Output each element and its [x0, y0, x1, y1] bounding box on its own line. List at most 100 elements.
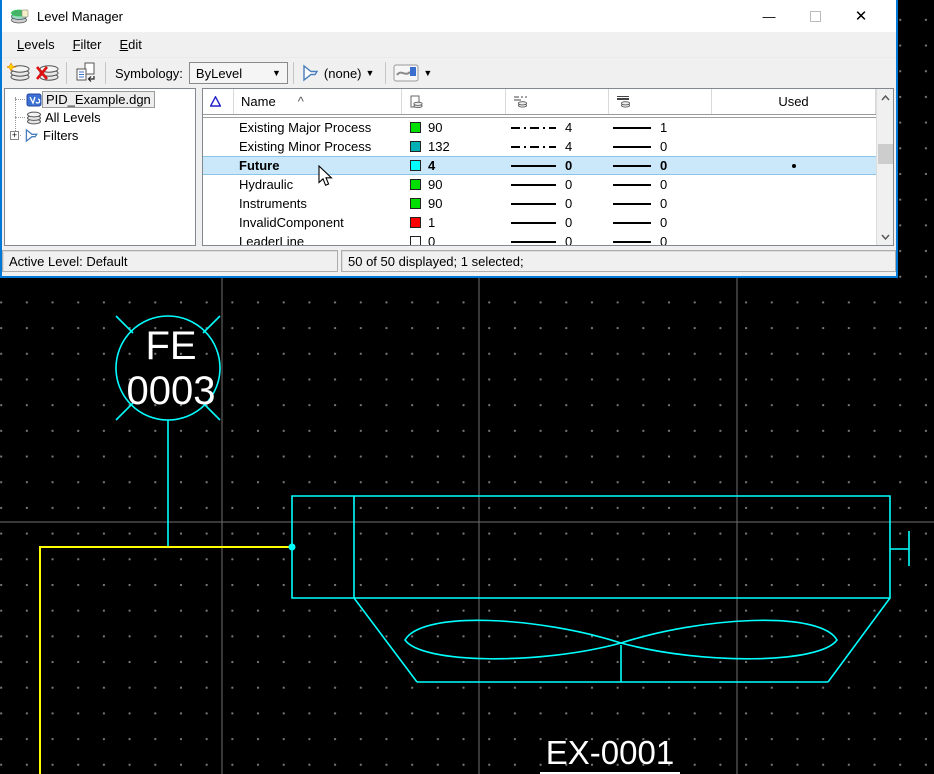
linestyle-value: 0: [565, 215, 572, 230]
maximize-button[interactable]: [792, 0, 838, 32]
mouse-cursor: [318, 165, 334, 188]
linestyle-cell: 4: [506, 137, 609, 156]
level-manager-icon: [11, 8, 29, 24]
delete-level-button[interactable]: [33, 60, 61, 86]
modified-cell: [203, 118, 234, 137]
connection-node: [289, 544, 296, 551]
lineweight-value: 0: [660, 139, 667, 154]
level-name: Existing Major Process: [234, 118, 402, 137]
table-row[interactable]: InvalidComponent100: [203, 213, 876, 232]
maximize-icon: [810, 11, 821, 22]
vertical-scrollbar[interactable]: [876, 89, 893, 245]
menu-edit[interactable]: Edit: [111, 34, 151, 55]
impeller-left-lobe: [405, 620, 621, 658]
linestyle-value: 0: [565, 158, 572, 173]
new-level-button[interactable]: [5, 60, 33, 86]
tree-item-label: All Levels: [42, 110, 104, 125]
used-cell: [712, 156, 876, 175]
scroll-up-button[interactable]: [877, 89, 894, 106]
column-header-modified[interactable]: [203, 89, 234, 114]
status-bar: Active Level: Default 50 of 50 displayed…: [2, 248, 896, 276]
symbology-label: Symbology:: [111, 66, 189, 81]
color-column-icon: [409, 95, 423, 109]
import-levels-icon: [74, 62, 98, 84]
color-swatch: [410, 160, 421, 171]
toolbar-separator: [105, 62, 106, 84]
tree-connector: [15, 99, 25, 100]
linestyle-sample: [511, 184, 556, 186]
modified-cell: [203, 232, 234, 246]
lineweight-sample: [613, 146, 651, 148]
level-name: Existing Minor Process: [234, 137, 402, 156]
pid-elements: [116, 316, 909, 682]
modified-cell: [203, 137, 234, 156]
symbology-value: ByLevel: [196, 66, 242, 81]
used-cell: [712, 175, 876, 194]
title-bar[interactable]: Level Manager — ✕: [2, 0, 896, 32]
lineweight-cell: 0: [609, 137, 712, 156]
filter-value: (none): [321, 66, 362, 81]
minimize-button[interactable]: —: [746, 0, 792, 32]
import-levels-button[interactable]: [72, 60, 100, 86]
delete-level-icon: [35, 63, 59, 83]
used-cell: [712, 118, 876, 137]
level-table: Name ^: [202, 88, 894, 246]
toolbar-separator: [385, 62, 386, 84]
column-header-name[interactable]: Name ^: [234, 89, 402, 114]
tree-item-filters[interactable]: Filters: [24, 127, 81, 144]
linestyle-value: 4: [565, 120, 572, 135]
level-name: InvalidComponent: [234, 213, 402, 232]
tree-connector: [15, 117, 25, 118]
linestyle-sample: [511, 241, 556, 243]
sort-ascending-icon: ^: [298, 94, 304, 109]
tree-item-all-levels[interactable]: All Levels: [26, 109, 104, 126]
tree-expander[interactable]: +: [10, 131, 19, 140]
used-cell: [712, 213, 876, 232]
table-row[interactable]: LeaderLine000: [203, 232, 876, 246]
new-level-icon: [7, 63, 31, 83]
lineweight-sample: [613, 184, 651, 186]
vessel-body: [292, 496, 890, 598]
display-options-button[interactable]: ▼: [391, 60, 438, 86]
linestyle-cell: 0: [506, 175, 609, 194]
tree-item-label: Filters: [40, 128, 81, 143]
modified-cell: [203, 213, 234, 232]
table-row[interactable]: Existing Minor Process 132 4 0: [203, 137, 876, 156]
lineweight-cell: 0: [609, 232, 712, 246]
scrollbar-thumb[interactable]: [878, 144, 893, 164]
table-row[interactable]: Existing Major Process9041: [203, 118, 876, 137]
linestyle-cell: 0: [506, 213, 609, 232]
column-header-linestyle[interactable]: [506, 89, 609, 114]
table-row[interactable]: Hydraulic9000: [203, 175, 876, 194]
color-cell: 90: [402, 175, 506, 194]
linestyle-sample: [511, 203, 556, 205]
linestyle-value: 4: [565, 139, 572, 154]
color-swatch: [410, 179, 421, 190]
lineweight-value: 0: [660, 158, 667, 173]
lineweight-sample: [613, 165, 651, 167]
color-swatch: [410, 122, 421, 133]
close-button[interactable]: ✕: [838, 0, 884, 32]
linestyle-sample: [511, 222, 556, 224]
used-indicator: [792, 164, 796, 168]
lineweight-value: 0: [660, 234, 667, 246]
used-cell: [712, 232, 876, 246]
table-row[interactable]: Future400: [203, 156, 876, 175]
column-header-color[interactable]: [402, 89, 506, 114]
tree-item-dgn-file[interactable]: PID_Example.dgn: [26, 91, 155, 108]
table-row[interactable]: Instruments9000: [203, 194, 876, 213]
symbology-combobox[interactable]: ByLevel ▼: [189, 62, 288, 84]
scroll-down-button[interactable]: [877, 228, 894, 245]
color-value: 90: [428, 120, 442, 135]
filter-select-button[interactable]: (none) ▼: [299, 60, 381, 86]
menu-filter[interactable]: Filter: [64, 34, 111, 55]
linestyle-cell: 0: [506, 194, 609, 213]
level-manager-window: Level Manager — ✕ Levels Filter Edit: [0, 0, 898, 278]
menu-levels[interactable]: Levels: [8, 34, 64, 55]
lineweight-sample: [613, 222, 651, 224]
impeller-right-lobe: [621, 620, 837, 658]
column-header-lineweight[interactable]: [609, 89, 712, 114]
column-header-used[interactable]: Used: [712, 89, 876, 114]
color-value: 132: [428, 139, 450, 154]
color-cell: 90: [402, 194, 506, 213]
